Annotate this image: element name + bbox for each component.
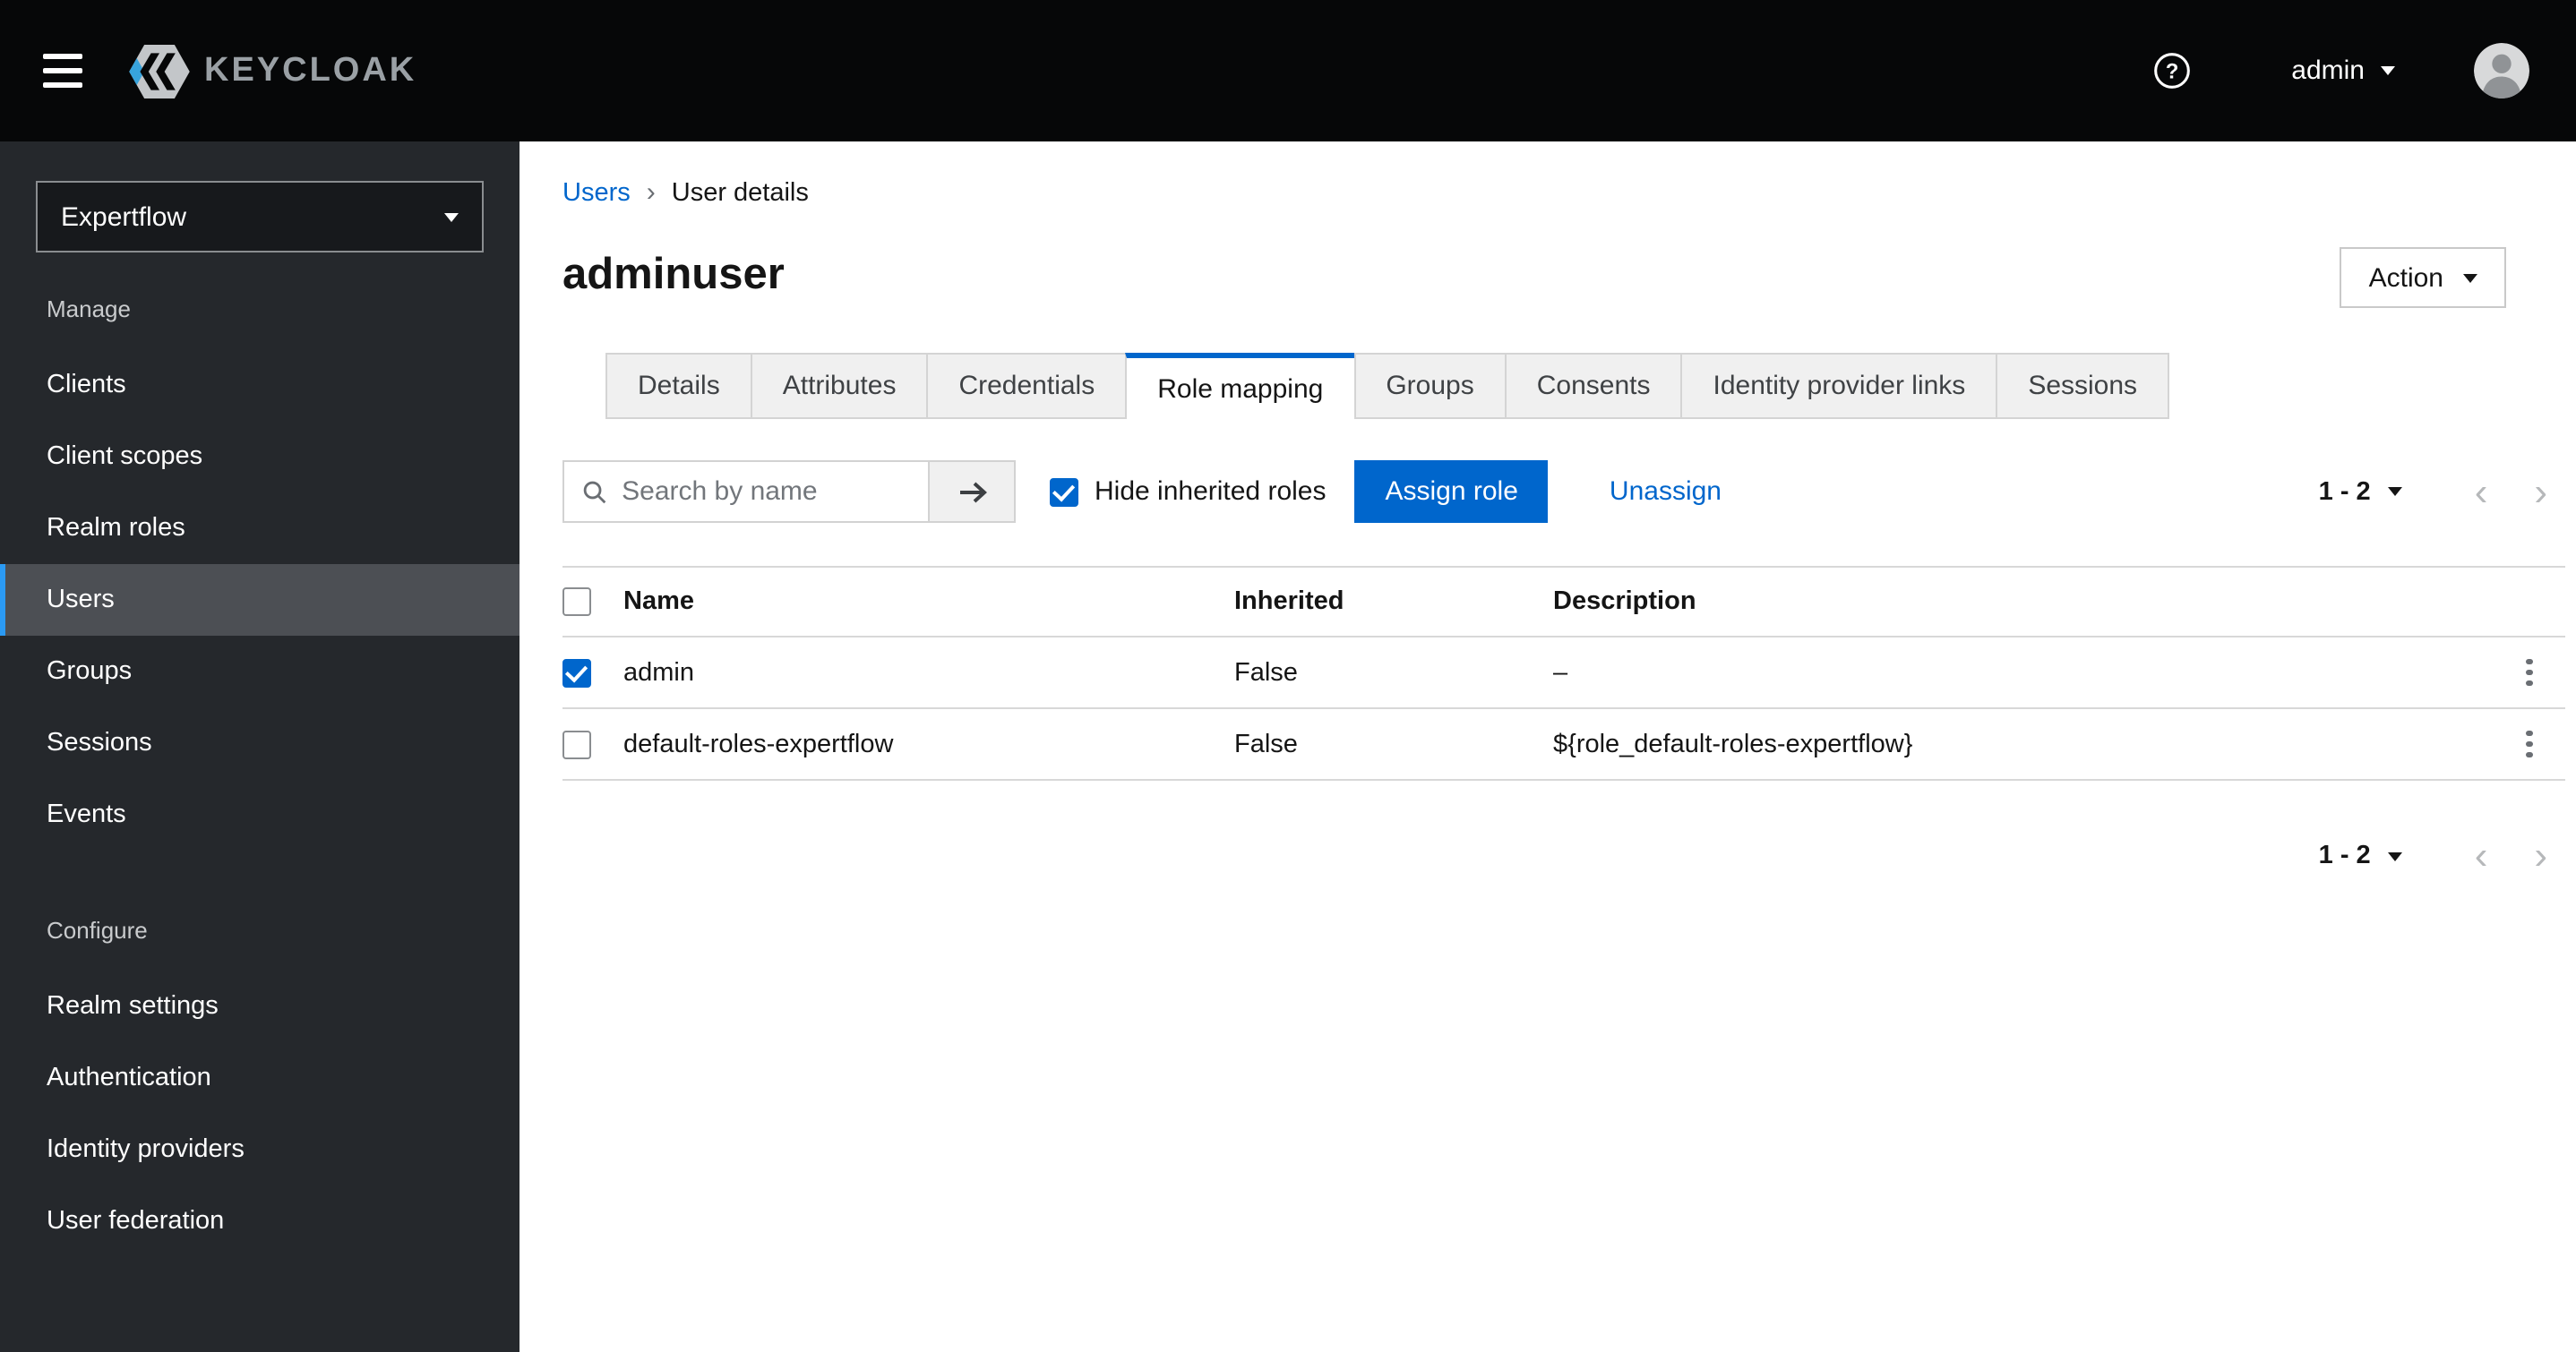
pagination-prev-button[interactable]: ‹	[2475, 835, 2488, 876]
breadcrumb-divider-icon: ›	[646, 177, 656, 208]
user-dropdown[interactable]: admin	[2291, 56, 2395, 86]
sidebar-item-realm-roles[interactable]: Realm roles	[0, 492, 519, 564]
hamburger-bar	[43, 68, 82, 73]
table-header-row: Name Inherited Description	[562, 566, 2565, 637]
keycloak-logo-icon	[129, 44, 190, 98]
sidebar-item-authentication[interactable]: Authentication	[0, 1042, 519, 1114]
nav-list-configure: Realm settings Authentication Identity p…	[0, 971, 519, 1257]
action-dropdown-button[interactable]: Action	[2340, 247, 2506, 308]
action-label: Action	[2368, 262, 2443, 293]
tab-groups[interactable]: Groups	[1353, 353, 1507, 419]
svg-text:?: ?	[2166, 59, 2179, 83]
hide-inherited-roles-label[interactable]: Hide inherited roles	[1095, 476, 1327, 507]
search-input[interactable]	[562, 460, 930, 523]
row-checkbox[interactable]	[562, 658, 591, 687]
tab-attributes[interactable]: Attributes	[750, 353, 929, 419]
help-icon[interactable]: ?	[2153, 52, 2191, 90]
select-all-checkbox[interactable]	[562, 587, 591, 616]
hamburger-bar	[43, 54, 82, 59]
column-header-name: Name	[623, 587, 694, 616]
sidebar-item-realm-settings[interactable]: Realm settings	[0, 971, 519, 1042]
keycloak-admin-console: KEYCLOAK ? admin Expertflow Manage Clien…	[0, 0, 2576, 1352]
sidebar-item-user-federation[interactable]: User federation	[0, 1185, 519, 1257]
arrow-right-icon	[959, 481, 986, 502]
tab-consents[interactable]: Consents	[1504, 353, 1683, 419]
page-title: adminuser	[562, 251, 785, 299]
avatar[interactable]	[2474, 43, 2529, 98]
row-checkbox[interactable]	[562, 730, 591, 758]
pagination-nav: ‹ ›	[2475, 471, 2547, 511]
breadcrumb: Users › User details	[562, 174, 2576, 211]
breadcrumb-users-link[interactable]: Users	[562, 178, 631, 207]
pagination-next-button[interactable]: ›	[2534, 835, 2547, 876]
role-name: admin	[623, 658, 694, 687]
pagination-bottom: 1 - 2 ‹ ›	[562, 829, 2576, 883]
tab-sessions[interactable]: Sessions	[1996, 353, 2170, 419]
table-row: default-roles-expertflow False ${role_de…	[562, 709, 2565, 781]
sidebar-item-client-scopes[interactable]: Client scopes	[0, 421, 519, 492]
role-description: –	[1553, 658, 1568, 687]
role-name: default-roles-expertflow	[623, 730, 894, 758]
hide-inherited-roles-checkbox[interactable]	[1050, 477, 1078, 506]
search-icon	[583, 480, 606, 503]
realm-selector[interactable]: Expertflow	[36, 181, 484, 252]
kebab-menu-icon[interactable]	[2518, 722, 2541, 766]
pagination-prev-button[interactable]: ‹	[2475, 471, 2488, 511]
kebab-menu-icon[interactable]	[2518, 650, 2541, 694]
nav-toggle-hamburger-icon[interactable]	[43, 50, 82, 91]
masthead-right: ? admin	[2153, 43, 2529, 98]
pagination-nav: ‹ ›	[2475, 835, 2547, 876]
search-submit-button[interactable]	[930, 460, 1016, 523]
masthead: KEYCLOAK ? admin	[0, 0, 2576, 141]
sidebar-item-clients[interactable]: Clients	[0, 349, 519, 421]
keycloak-logo: KEYCLOAK	[129, 44, 416, 98]
role-description: ${role_default-roles-expertflow}	[1553, 730, 1913, 758]
column-header-inherited: Inherited	[1234, 587, 1344, 616]
realm-name: Expertflow	[61, 201, 187, 232]
chevron-down-icon	[2388, 851, 2403, 860]
role-inherited: False	[1234, 730, 1298, 758]
pagination-menu-toggle[interactable]: 1 - 2	[2319, 477, 2403, 506]
main-content: Users › User details adminuser Action De…	[519, 141, 2576, 1352]
sidebar-item-groups[interactable]: Groups	[0, 636, 519, 707]
unassign-link[interactable]: Unassign	[1610, 476, 1722, 507]
table-row: admin False –	[562, 637, 2565, 709]
sidebar-item-events[interactable]: Events	[0, 779, 519, 851]
sidebar-item-sessions[interactable]: Sessions	[0, 707, 519, 779]
brand-wordmark: KEYCLOAK	[204, 51, 417, 89]
nav-section-manage: Manage	[47, 295, 131, 322]
nav-list-manage: Clients Client scopes Realm roles Users …	[0, 349, 519, 851]
assign-role-button[interactable]: Assign role	[1354, 460, 1549, 523]
sidebar-item-identity-providers[interactable]: Identity providers	[0, 1114, 519, 1185]
chevron-down-icon	[444, 212, 459, 221]
nav-section-configure: Configure	[47, 917, 148, 944]
username: admin	[2291, 56, 2365, 86]
hamburger-bar	[43, 82, 82, 88]
pagination-range: 1 - 2	[2318, 477, 2371, 506]
pagination-range: 1 - 2	[2318, 842, 2371, 870]
role-mapping-table: Name Inherited Description admin False –…	[562, 566, 2565, 781]
tabs: Details Attributes Credentials Role mapp…	[605, 353, 2576, 419]
sidebar-item-users[interactable]: Users	[0, 564, 519, 636]
chevron-down-icon	[2463, 273, 2477, 282]
search-by-name-field[interactable]	[622, 476, 910, 507]
pagination-top: 1 - 2 ‹ ›	[2319, 471, 2547, 511]
chevron-down-icon	[2388, 487, 2403, 496]
chevron-down-icon	[2381, 66, 2395, 75]
sidebar: Expertflow Manage Clients Client scopes …	[0, 141, 519, 1352]
tab-details[interactable]: Details	[605, 353, 752, 419]
pagination-menu-toggle[interactable]: 1 - 2	[2319, 842, 2403, 870]
breadcrumb-current: User details	[671, 178, 809, 207]
role-inherited: False	[1234, 658, 1298, 687]
tab-credentials[interactable]: Credentials	[926, 353, 1128, 419]
role-mapping-toolbar: Hide inherited roles Assign role Unassig…	[562, 460, 2576, 523]
column-header-description: Description	[1553, 587, 1696, 616]
tab-identity-provider-links[interactable]: Identity provider links	[1680, 353, 1998, 419]
tab-role-mapping[interactable]: Role mapping	[1125, 353, 1356, 419]
pagination-next-button[interactable]: ›	[2534, 471, 2547, 511]
